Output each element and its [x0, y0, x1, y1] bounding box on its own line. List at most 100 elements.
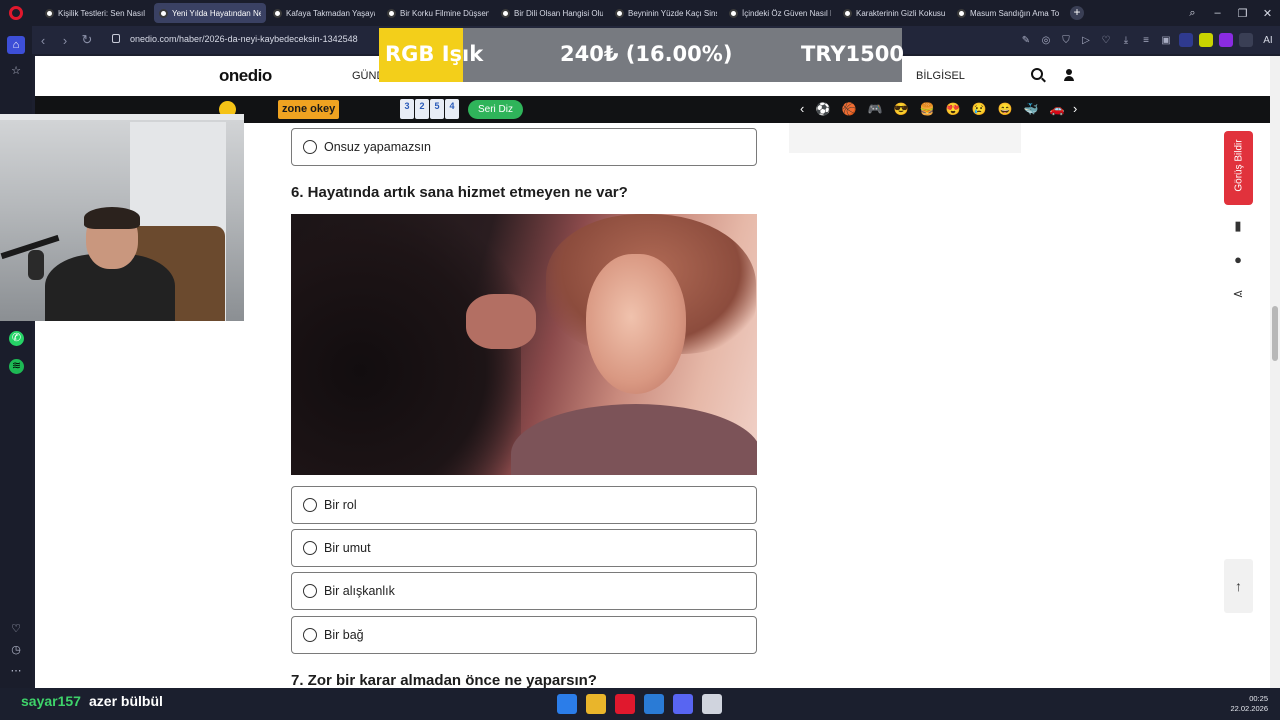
category-icon-3[interactable]: 😎	[892, 100, 910, 118]
reload-button[interactable]: ↻	[76, 32, 98, 48]
share-icon[interactable]: ⋖	[1228, 284, 1248, 304]
extension-icon-1[interactable]	[1179, 33, 1193, 47]
discord-icon[interactable]	[673, 694, 693, 714]
tab-favicon-icon	[159, 8, 168, 18]
system-clock[interactable]: 00:25 22.02.2026	[1230, 694, 1268, 714]
tab-favicon-icon	[501, 8, 510, 18]
category-prev-button[interactable]: ‹	[800, 101, 804, 116]
lock-icon	[112, 34, 120, 43]
option-bir-umut[interactable]: Bir umut	[291, 529, 757, 567]
wallet-icon[interactable]: ▣	[1156, 35, 1176, 46]
option-onsuz-yapamazsin[interactable]: Onsuz yapamazsın	[291, 128, 757, 166]
category-icon-8[interactable]: 🐳	[1022, 100, 1040, 118]
star-icon[interactable]: ☆	[9, 64, 23, 78]
edit-icon[interactable]: ✎	[1016, 35, 1036, 46]
webcam-overlay	[0, 114, 244, 321]
radio-icon[interactable]	[303, 140, 317, 154]
tab-1[interactable]: Yeni Yılda Hayatından Ne	[154, 3, 266, 23]
download-icon[interactable]: ⤓	[1116, 35, 1136, 46]
nav-item-bilgisel[interactable]: BİLGİSEL	[916, 70, 965, 82]
category-icon-1[interactable]: 🏀	[840, 100, 858, 118]
search-icon[interactable]	[1031, 68, 1043, 80]
history-icon[interactable]: ◷	[9, 643, 23, 657]
feedback-button[interactable]: Görüş Bildir	[1224, 131, 1253, 205]
radio-icon[interactable]	[303, 498, 317, 512]
opera-logo-icon[interactable]	[0, 0, 32, 26]
camera-icon[interactable]: ◎	[1036, 35, 1056, 46]
opera-taskbar-icon[interactable]	[615, 694, 635, 714]
option-bir-rol[interactable]: Bir rol	[291, 486, 757, 524]
back-button[interactable]: ‹	[32, 33, 54, 48]
okey-tile: 5	[430, 99, 444, 119]
category-icon-0[interactable]: ⚽	[814, 100, 832, 118]
tab-3[interactable]: Bir Korku Filmine Düşsen	[382, 3, 494, 23]
settings-icon[interactable]	[702, 694, 722, 714]
tab-favicon-icon	[615, 8, 624, 18]
forward-button[interactable]: ›	[54, 33, 76, 48]
option-bir-aliskanlik[interactable]: Bir alışkanlık	[291, 572, 757, 610]
bookmark-icon[interactable]: ▮	[1228, 216, 1248, 236]
sidebar-heart-icon[interactable]: ♡	[9, 622, 23, 636]
page-scrollbar[interactable]	[1270, 56, 1280, 688]
radio-icon[interactable]	[303, 584, 317, 598]
tab-favicon-icon	[387, 8, 396, 18]
shield-icon[interactable]: ⛉	[1056, 35, 1076, 46]
tab-5[interactable]: Beyninin Yüzde Kaçı Sinsil	[610, 3, 722, 23]
category-next-button[interactable]: ›	[1073, 101, 1077, 116]
scrollbar-thumb[interactable]	[1272, 306, 1278, 361]
extension-icon-4[interactable]	[1239, 33, 1253, 47]
radio-icon[interactable]	[303, 628, 317, 642]
home-icon[interactable]: ⌂	[7, 36, 25, 54]
heart-icon[interactable]: ♡	[1096, 35, 1116, 46]
aria-ai-button[interactable]: AI	[1256, 35, 1280, 46]
option-label: Bir umut	[324, 541, 371, 555]
maximize-button[interactable]: ❐	[1230, 7, 1255, 20]
okey-tile: 2	[415, 99, 429, 119]
windows-start-icon[interactable]	[557, 694, 577, 714]
tab-title: İçindeki Öz Güven Nasıl B	[742, 8, 831, 18]
tab-2[interactable]: Kafaya Takmadan Yaşayab	[268, 3, 380, 23]
option-label: Onsuz yapamazsın	[324, 140, 431, 154]
back-to-top-button[interactable]: ↑	[1224, 559, 1253, 613]
url-field[interactable]: onedio.com/haber/2026-da-neyi-kaybedecek…	[130, 34, 358, 44]
category-icon-6[interactable]: 😢	[970, 100, 988, 118]
tab-4[interactable]: Bir Dili Olsan Hangisi Olur	[496, 3, 608, 23]
option-bir-bag[interactable]: Bir bağ	[291, 616, 757, 654]
minimize-button[interactable]: –	[1205, 7, 1230, 19]
onedio-logo[interactable]: onedio	[219, 66, 272, 86]
spotify-icon[interactable]: ≋	[9, 359, 24, 374]
radio-icon[interactable]	[303, 541, 317, 555]
category-icons: ⚽ 🏀 🎮 😎 🍔 😍 😢 😄 🐳 🚗	[814, 100, 1074, 118]
tab-0[interactable]: Kişilik Testleri: Sen Nasıl B	[40, 3, 152, 23]
search-tabs-icon[interactable]: ⌕	[1180, 7, 1205, 20]
file-explorer-icon[interactable]	[586, 694, 606, 714]
extension-icon-3[interactable]	[1219, 33, 1233, 47]
image-body	[511, 404, 757, 475]
extension-icon-2[interactable]	[1199, 33, 1213, 47]
tab-8[interactable]: Masum Sandığın Ama Tok	[952, 3, 1064, 23]
tab-7[interactable]: Karakterinin Gizli Kokusu	[838, 3, 950, 23]
clock-time: 00:25	[1249, 694, 1268, 703]
new-tab-button[interactable]: +	[1070, 6, 1084, 20]
category-icon-4[interactable]: 🍔	[918, 100, 936, 118]
vscode-icon[interactable]	[644, 694, 664, 714]
user-icon[interactable]	[1063, 69, 1075, 81]
menu-icon[interactable]: ≡	[1136, 35, 1156, 46]
category-icon-7[interactable]: 😄	[996, 100, 1014, 118]
tab-title: Kafaya Takmadan Yaşayab	[286, 8, 375, 18]
play-icon[interactable]: ▷	[1076, 35, 1096, 46]
close-window-button[interactable]: ✕	[1255, 7, 1280, 20]
tab-6[interactable]: İçindeki Öz Güven Nasıl B	[724, 3, 836, 23]
zoneokey-logo[interactable]: zone okey	[278, 100, 340, 119]
category-icon-2[interactable]: 🎮	[866, 100, 884, 118]
whatsapp-icon[interactable]: ✆	[9, 331, 24, 346]
comments-icon[interactable]: ●	[1228, 250, 1248, 270]
more-icon[interactable]: ⋯	[9, 664, 23, 678]
window-controls: ⌕ – ❐ ✕	[1180, 0, 1280, 26]
category-icon-5[interactable]: 😍	[944, 100, 962, 118]
tab-favicon-icon	[843, 8, 852, 18]
category-icon-9[interactable]: 🚗	[1048, 100, 1066, 118]
sidebar-ad-placeholder	[789, 123, 1021, 153]
seri-diz-button[interactable]: Seri Diz	[468, 100, 524, 119]
ad-banner[interactable]: RGB Işık 240₺ (16.00%) TRY1500	[379, 28, 904, 82]
